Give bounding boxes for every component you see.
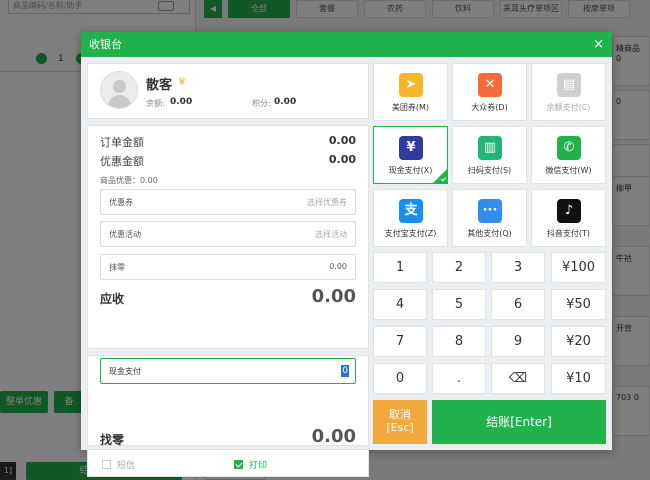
payment-method-label: 现金支付	[109, 367, 141, 376]
customer-name: 散客	[146, 78, 173, 93]
key-6[interactable]: 6	[491, 289, 545, 320]
checkout-dialog: 收银台 × 散客 ♛ 余额: 0.00 积分: 0.00 订单金额 0.00 优…	[81, 32, 612, 477]
change-value: 0.00	[311, 426, 356, 447]
order-amount-value: 0.00	[328, 134, 356, 147]
amount-due-value: 0.00	[311, 286, 356, 307]
payment-amount-value[interactable]: 0	[341, 365, 349, 377]
activity-select[interactable]: 优惠活动 选择活动	[100, 221, 356, 247]
cancel-label: 取消	[389, 408, 411, 421]
dialog-header: 收银台 ×	[81, 32, 612, 57]
points-label: 积分:	[252, 99, 271, 108]
receipt-options: 短信 打印	[87, 449, 369, 477]
points-value: 0.00	[274, 97, 297, 107]
key-3[interactable]: 3	[491, 252, 545, 283]
dianping-icon: ✕	[478, 73, 502, 97]
coupon-select[interactable]: 优惠券 选择优惠券	[100, 189, 356, 215]
checkout-summary: 散客 ♛ 余额: 0.00 积分: 0.00 订单金额 0.00 优惠金额 0.…	[87, 63, 369, 477]
coupon-label: 优惠券	[109, 198, 133, 207]
key-10[interactable]: ¥10	[551, 363, 606, 394]
vip-crown-icon: ♛	[178, 77, 187, 87]
order-amount-label: 订单金额	[100, 136, 144, 149]
pay-method-label: 美团券(M)	[391, 103, 430, 112]
activity-label: 优惠活动	[109, 230, 141, 239]
pay-method-label: 扫码支付(S)	[467, 166, 512, 175]
key-100[interactable]: ¥100	[551, 252, 606, 283]
rounding-label: 抹零	[109, 263, 125, 272]
checkout-button[interactable]: 结账[Enter]	[432, 400, 606, 444]
customer-card[interactable]: 散客 ♛ 余额: 0.00 积分: 0.00	[87, 63, 369, 119]
key-9[interactable]: 9	[491, 326, 545, 357]
print-checkbox[interactable]	[234, 460, 243, 469]
amount-panel: 订单金额 0.00 优惠金额 0.00 商品优惠：0.00 优惠券 选择优惠券 …	[87, 125, 369, 349]
cancel-hotkey: [Esc]	[386, 421, 414, 434]
pay-method-label: 大众券(D)	[471, 103, 508, 112]
wechat-icon: ✆	[557, 136, 581, 160]
key-20[interactable]: ¥20	[551, 326, 606, 357]
avatar	[100, 71, 138, 109]
pay-method-meituan[interactable]: ➤ 美团券(M)	[373, 63, 448, 121]
pay-method-douyin[interactable]: ♪ 抖音支付(T)	[531, 189, 606, 247]
key-7[interactable]: 7	[373, 326, 427, 357]
sms-checkbox[interactable]	[102, 460, 111, 469]
backspace-icon[interactable]: ⌫	[491, 363, 545, 394]
key-5[interactable]: 5	[432, 289, 486, 320]
pay-method-balance[interactable]: ▤ 余额支付(C)	[531, 63, 606, 121]
wallet-icon: ▤	[557, 73, 581, 97]
scan-code-icon: ▥	[478, 136, 502, 160]
pay-method-label: 微信支付(W)	[545, 166, 592, 175]
coupon-placeholder: 选择优惠券	[307, 198, 347, 207]
pay-method-label: 余额支付(C)	[546, 103, 591, 112]
print-option[interactable]: 打印	[234, 458, 267, 471]
pay-method-scan[interactable]: ▥ 扫码支付(S)	[452, 126, 527, 184]
balance-value: 0.00	[170, 97, 193, 107]
pay-method-label: 其他支付(Q)	[467, 229, 512, 238]
dialog-title: 收银台	[89, 38, 122, 51]
key-8[interactable]: 8	[432, 326, 486, 357]
pay-method-other[interactable]: ··· 其他支付(Q)	[452, 189, 527, 247]
goods-discount-text: 商品优惠：0.00	[100, 176, 158, 185]
cancel-button[interactable]: 取消 [Esc]	[373, 400, 427, 444]
balance-label: 余额:	[146, 99, 165, 108]
pay-method-wechat[interactable]: ✆ 微信支付(W)	[531, 126, 606, 184]
pay-method-cash[interactable]: ¥ 现金支付(X)	[373, 126, 448, 184]
payment-panel: 现金支付 0 找零 0.00	[87, 355, 369, 447]
meituan-icon: ➤	[399, 73, 423, 97]
key-0[interactable]: 0	[373, 363, 427, 394]
key-4[interactable]: 4	[373, 289, 427, 320]
pay-method-label: 支付宝支付(Z)	[384, 229, 437, 238]
discount-amount-label: 优惠金额	[100, 155, 144, 168]
close-icon[interactable]: ×	[593, 32, 604, 57]
discount-amount-value: 0.00	[328, 153, 356, 166]
key-2[interactable]: 2	[432, 252, 486, 283]
print-label: 打印	[249, 461, 268, 471]
key-dot[interactable]: .	[432, 363, 486, 394]
more-icon: ···	[478, 199, 502, 223]
pay-method-dianping[interactable]: ✕ 大众券(D)	[452, 63, 527, 121]
alipay-icon: 支	[399, 199, 423, 223]
amount-due-label: 应收	[100, 292, 125, 306]
payment-amount-input[interactable]: 现金支付 0	[100, 358, 356, 384]
pay-method-label: 抖音支付(T)	[546, 229, 591, 238]
rounding-input[interactable]: 抹零 0.00	[100, 254, 356, 280]
rounding-value: 0.00	[329, 262, 347, 271]
douyin-icon: ♪	[557, 199, 581, 223]
change-label: 找零	[100, 433, 125, 447]
sms-label: 短信	[117, 461, 136, 471]
pay-method-alipay[interactable]: 支 支付宝支付(Z)	[373, 189, 448, 247]
activity-placeholder: 选择活动	[315, 230, 347, 239]
key-1[interactable]: 1	[373, 252, 427, 283]
sms-option[interactable]: 短信	[102, 458, 135, 471]
cash-icon: ¥	[399, 136, 423, 160]
key-50[interactable]: ¥50	[551, 289, 606, 320]
